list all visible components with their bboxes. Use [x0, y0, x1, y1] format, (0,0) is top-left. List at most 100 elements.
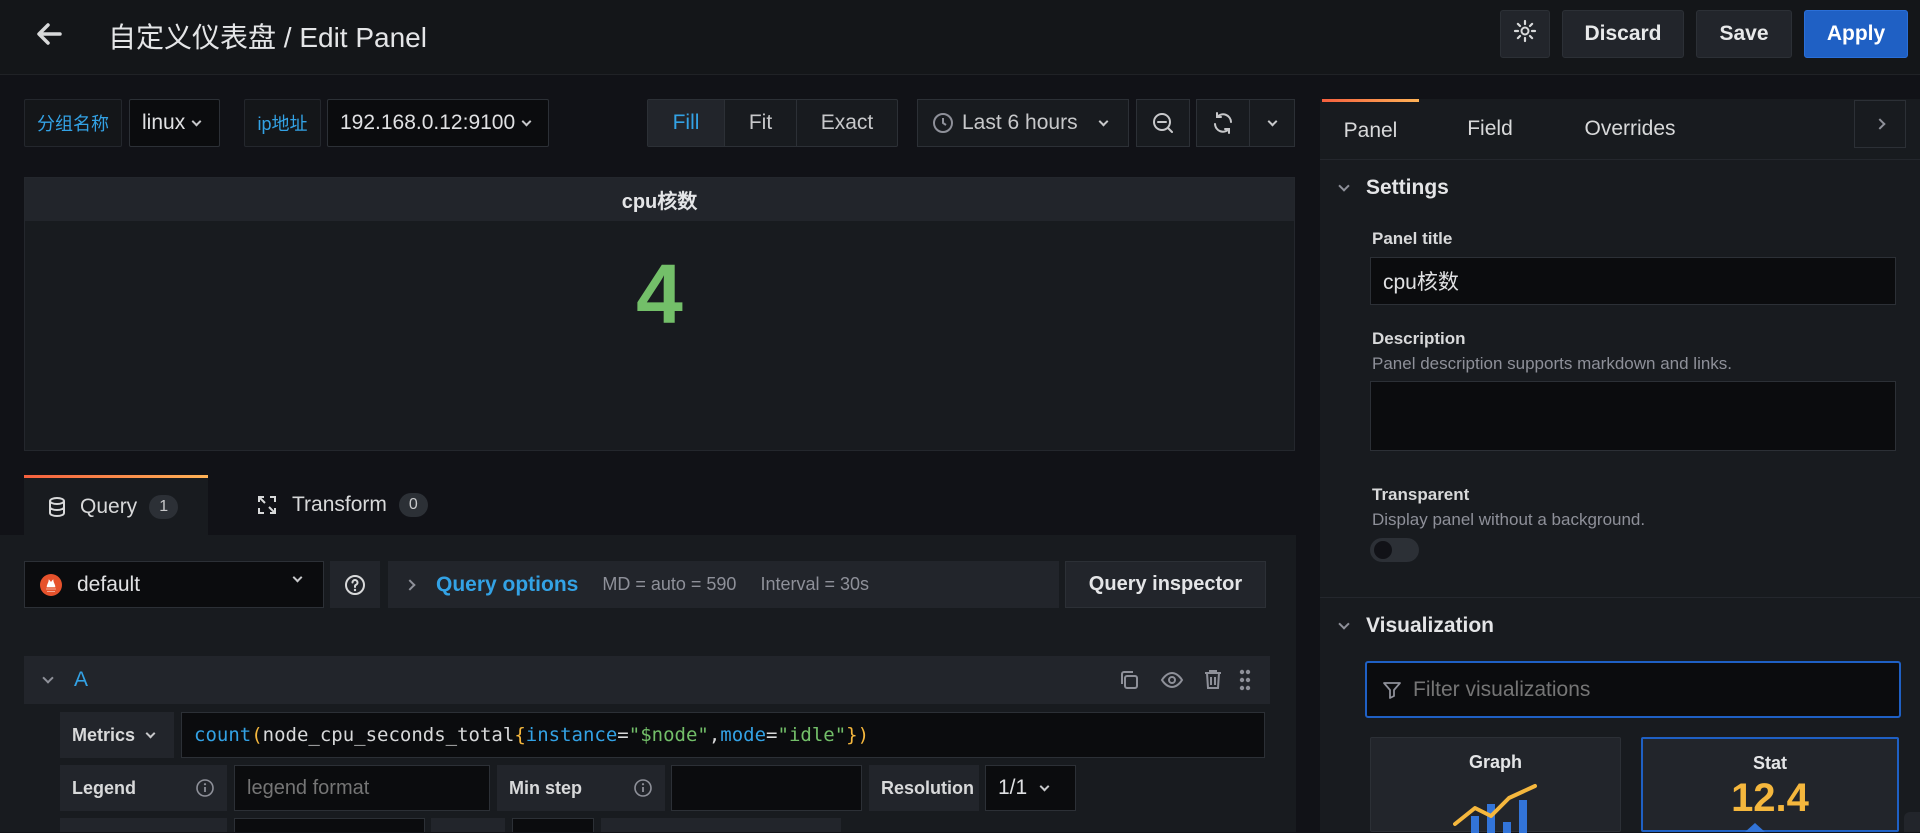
- description-textarea[interactable]: [1370, 381, 1896, 451]
- format-label: [60, 818, 227, 832]
- chevron-right-icon: [404, 578, 416, 591]
- chevron-down-icon: [1338, 179, 1350, 192]
- display-mode-exact[interactable]: Exact: [797, 100, 897, 146]
- expr-label-value: "idle": [777, 724, 847, 746]
- graph-viz-icon: [1453, 782, 1539, 833]
- apply-button[interactable]: Apply: [1804, 10, 1908, 58]
- instant-switch[interactable]: [512, 818, 594, 832]
- clock-icon: [932, 112, 954, 134]
- query-options-bar[interactable]: Query options MD = auto = 590 Interval =…: [388, 561, 1059, 608]
- viz-card-graph[interactable]: Graph: [1370, 737, 1621, 833]
- panel-settings-button[interactable]: [1500, 10, 1550, 58]
- refresh-button[interactable]: [1196, 99, 1250, 147]
- prometheus-icon: [39, 573, 63, 597]
- transform-icon: [256, 494, 278, 516]
- variable-value: 192.168.0.12:9100: [340, 111, 516, 134]
- chevron-down-icon: [1098, 116, 1109, 126]
- info-circle-icon[interactable]: [633, 778, 653, 798]
- toggle-knob: [1374, 541, 1392, 559]
- eye-icon[interactable]: [1160, 669, 1184, 691]
- collapse-pane-button[interactable]: [1854, 100, 1906, 148]
- tab-transform[interactable]: Transform 0: [256, 475, 456, 535]
- resolution-value: 1/1: [998, 776, 1028, 799]
- datasource-help-button[interactable]: [330, 561, 380, 608]
- variable-label-ip: ip地址: [244, 99, 321, 147]
- query-row-header: A: [24, 656, 1270, 704]
- tab-label: Query: [80, 494, 138, 518]
- interval-info: Interval = 30s: [760, 574, 870, 594]
- save-button[interactable]: Save: [1696, 10, 1792, 58]
- options-pane: [1320, 99, 1920, 832]
- stat-sparkline-icon: [1745, 823, 1765, 832]
- visualization-section-header[interactable]: Visualization: [1338, 614, 1494, 638]
- min-step-label: Min step: [497, 765, 665, 811]
- datasource-name: default: [77, 572, 141, 596]
- chevron-down-icon: [1338, 617, 1350, 630]
- panel-header-title[interactable]: cpu核数: [25, 178, 1294, 221]
- duplicate-icon[interactable]: [1118, 669, 1140, 691]
- gear-icon: [1513, 19, 1537, 49]
- expr-brace: }: [846, 724, 858, 746]
- trash-icon[interactable]: [1203, 668, 1223, 690]
- chevron-down-icon: [145, 728, 156, 738]
- transparent-toggle[interactable]: [1370, 538, 1419, 562]
- expr-comma: ,: [708, 724, 721, 746]
- info-circle-icon[interactable]: [195, 778, 215, 798]
- transparent-label: Transparent: [1372, 485, 1470, 504]
- chevron-down-icon[interactable]: [42, 672, 54, 684]
- tab-field[interactable]: Field: [1430, 99, 1550, 159]
- min-step-input[interactable]: [671, 765, 862, 811]
- expr-paren: ): [857, 724, 870, 746]
- count-badge: 1: [149, 494, 179, 519]
- expr-brace: {: [514, 724, 526, 746]
- time-picker-button[interactable]: Last 6 hours: [917, 99, 1129, 147]
- drag-handle-icon[interactable]: [1238, 668, 1252, 692]
- filter-visualizations-input[interactable]: [1413, 677, 1873, 702]
- variable-select-group[interactable]: linux: [129, 99, 220, 147]
- back-arrow-icon[interactable]: [30, 14, 70, 54]
- tab-overrides[interactable]: Overrides: [1565, 99, 1695, 159]
- display-mode-fit[interactable]: Fit: [725, 100, 797, 146]
- variable-select-ip[interactable]: 192.168.0.12:9100: [327, 99, 549, 147]
- chevron-down-icon: [1039, 781, 1050, 791]
- format-select[interactable]: [234, 818, 425, 832]
- expr-function: count: [194, 724, 252, 746]
- expr-operator: =: [617, 724, 629, 746]
- chevron-down-icon: [191, 116, 202, 126]
- instant-label: [431, 818, 505, 832]
- discard-button[interactable]: Discard: [1562, 10, 1684, 58]
- resolution-select[interactable]: 1/1: [985, 765, 1076, 811]
- settings-section-header[interactable]: Settings: [1338, 176, 1449, 200]
- filter-visualizations-field[interactable]: [1365, 661, 1901, 718]
- panel-title-input[interactable]: cpu核数: [1370, 257, 1896, 305]
- expr-label-key: mode: [720, 724, 767, 746]
- viz-card-stat[interactable]: Stat 12.4: [1641, 737, 1899, 832]
- viz-card-name: Stat: [1752, 753, 1787, 773]
- options-tabs-divider: [1320, 159, 1920, 160]
- refresh-interval-dropdown[interactable]: [1249, 99, 1295, 147]
- filter-icon: [1381, 679, 1403, 701]
- refresh-icon: [1211, 111, 1235, 135]
- visualization-title: Visualization: [1366, 614, 1494, 637]
- expr-label-key: instance: [525, 724, 618, 746]
- chevron-down-icon: [292, 572, 303, 583]
- time-range-label: Last 6 hours: [962, 111, 1078, 134]
- tab-panel[interactable]: Panel: [1322, 99, 1419, 159]
- display-mode-fill[interactable]: Fill: [648, 100, 725, 146]
- promql-expression-input[interactable]: count(node_cpu_seconds_total{instance = "$…: [181, 712, 1265, 758]
- database-icon: [48, 496, 66, 517]
- description-label: Description: [1372, 329, 1466, 348]
- query-ref-id[interactable]: A: [74, 668, 88, 692]
- datasource-select[interactable]: default: [24, 561, 324, 608]
- legend-format-input[interactable]: [234, 765, 490, 811]
- help-widget-edge[interactable]: [1904, 812, 1920, 832]
- query-options-label: Query options: [436, 572, 579, 596]
- viz-card-name: Graph: [1468, 752, 1522, 772]
- query-inspector-button[interactable]: Query inspector: [1065, 561, 1266, 608]
- tab-query[interactable]: Query 1: [24, 475, 208, 535]
- metrics-dropdown[interactable]: Metrics: [60, 712, 174, 758]
- zoom-out-button[interactable]: [1136, 99, 1190, 147]
- question-circle-icon: [344, 574, 366, 596]
- zoom-out-icon: [1151, 111, 1175, 135]
- resolution-label: Resolution: [869, 765, 979, 811]
